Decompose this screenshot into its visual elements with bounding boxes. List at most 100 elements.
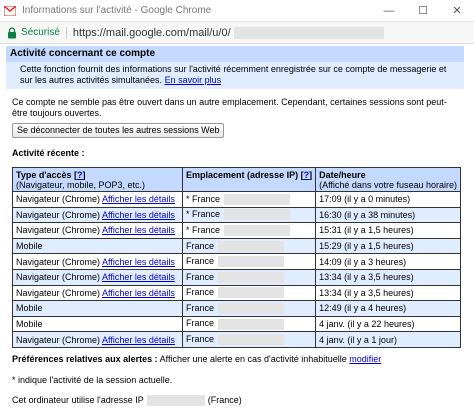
- access-type-text: Mobile: [16, 241, 43, 252]
- datetime-cell: 16:30 (il y a 38 minutes): [315, 206, 461, 224]
- access-type-cell: Mobile: [11, 300, 184, 317]
- page-content: Activité concernant ce compte Cette fonc…: [0, 44, 474, 412]
- table-header-row: Type d'accès [?] (Navigateur, mobile, PO…: [11, 167, 461, 192]
- access-type-text: Navigateur (Chrome): [16, 256, 101, 267]
- datetime-cell: 13:34 (il y a 3,5 heures): [315, 268, 461, 286]
- window-titlebar: Informations sur l'activité - Google Chr…: [0, 0, 474, 22]
- location-cell: * France: [182, 206, 317, 224]
- address-bar[interactable]: Sécurisé https://mail.google.com/mail/u/…: [0, 22, 474, 44]
- current-session-footnote: * indique l'activité de la session actue…: [12, 375, 173, 385]
- show-details-link[interactable]: Afficher les détails: [102, 335, 175, 345]
- access-type-cell: Navigateur (Chrome) Afficher les détails: [11, 331, 184, 348]
- access-type-text: Mobile: [16, 319, 43, 330]
- ip-suffix: (France): [207, 395, 242, 405]
- location-cell: France: [182, 284, 317, 302]
- ip-redacted: [224, 193, 291, 205]
- header-location: Emplacement (adresse IP) [?]: [182, 167, 317, 192]
- datetime-cell: 13:34 (il y a 3,5 heures): [315, 284, 461, 302]
- access-type-cell: Navigateur (Chrome) Afficher les détails: [11, 206, 184, 224]
- ip-redacted: [218, 303, 285, 315]
- learn-more-link[interactable]: En savoir plus: [165, 75, 222, 85]
- header-access-type: Type d'accès [?] (Navigateur, mobile, PO…: [11, 167, 184, 192]
- datetime-cell: 14:09 (il y a 3 heures): [315, 253, 461, 270]
- location-cell: France: [182, 268, 317, 286]
- access-type-text: Navigateur (Chrome): [16, 209, 101, 220]
- table-row: Mobile France 12:49 (il y a 4 heures): [11, 300, 461, 317]
- location-text: * France: [186, 224, 221, 235]
- access-type-cell: Navigateur (Chrome) Afficher les détails: [11, 253, 184, 270]
- alert-preferences-label: Préférences relatives aux alertes :: [12, 354, 158, 364]
- address-separator: [65, 26, 67, 39]
- show-details-link[interactable]: Afficher les détails: [102, 257, 175, 267]
- session-notice: Ce compte ne semble pas être ouvert dans…: [12, 97, 447, 118]
- datetime-cell: 15:29 (il y a 1,5 heures): [315, 237, 461, 255]
- location-cell: France: [182, 253, 317, 270]
- location-text: France: [186, 318, 215, 329]
- table-row: Navigateur (Chrome) Afficher les détails…: [11, 268, 461, 286]
- table-row: Mobile France 15:29 (il y a 1,5 heures): [11, 237, 461, 255]
- access-type-text: Navigateur (Chrome): [16, 287, 101, 298]
- access-type-cell: Mobile: [11, 237, 184, 255]
- access-type-cell: Mobile: [11, 315, 184, 333]
- maximize-button[interactable]: ☐: [406, 0, 440, 22]
- header-datetime: Date/heure (Affiché dans votre fuseau ho…: [315, 167, 461, 192]
- close-button[interactable]: ✕: [440, 0, 474, 22]
- show-details-link[interactable]: Afficher les détails: [102, 288, 175, 298]
- show-details-link[interactable]: Afficher les détails: [102, 272, 175, 282]
- datetime-cell: 4 janv. (il y a 1 jour): [315, 331, 461, 348]
- access-type-cell: Navigateur (Chrome) Afficher les détails: [11, 191, 184, 208]
- access-type-text: Navigateur (Chrome): [16, 334, 101, 345]
- location-cell: * France: [182, 222, 317, 239]
- datetime-cell: 4 janv. (il y a 22 heures): [315, 315, 461, 333]
- show-details-link[interactable]: Afficher les détails: [102, 225, 175, 235]
- lock-icon: [7, 26, 17, 39]
- url-text[interactable]: https://mail.google.com/mail/u/0/: [73, 27, 231, 39]
- show-details-link[interactable]: Afficher les détails: [102, 210, 175, 220]
- panel-description: Cette fonction fournit des informations …: [6, 62, 464, 89]
- minimize-button[interactable]: —: [372, 0, 406, 22]
- table-row: Navigateur (Chrome) Afficher les détails…: [11, 222, 461, 239]
- modify-alerts-link[interactable]: modifier: [349, 354, 381, 364]
- table-row: Navigateur (Chrome) Afficher les détails…: [11, 206, 461, 224]
- access-type-cell: Navigateur (Chrome) Afficher les détails: [11, 268, 184, 286]
- ip-prefix: Cet ordinateur utilise l'adresse IP: [12, 395, 144, 405]
- location-text: France: [186, 334, 215, 345]
- location-text: France: [186, 271, 215, 282]
- ip-redacted: [218, 334, 285, 346]
- gmail-logo-icon: [4, 5, 16, 16]
- window-title: Informations sur l'activité - Google Chr…: [22, 5, 212, 16]
- datetime-cell: 15:31 (il y a 1,5 heures): [315, 222, 461, 239]
- ip-redacted: [218, 240, 285, 252]
- url-redacted: [233, 26, 384, 39]
- location-text: * France: [186, 209, 221, 220]
- ip-redacted: [218, 287, 285, 299]
- location-text: France: [186, 302, 215, 313]
- ip-redacted: [218, 318, 285, 330]
- table-row: Navigateur (Chrome) Afficher les détails…: [11, 253, 461, 270]
- table-row: Navigateur (Chrome) Afficher les détails…: [11, 284, 461, 302]
- alert-preferences: Préférences relatives aux alertes : Affi…: [12, 354, 381, 364]
- ip-redacted: [146, 395, 205, 407]
- show-details-link[interactable]: Afficher les détails: [102, 194, 175, 204]
- table-row: Mobile France 4 janv. (il y a 22 heures): [11, 315, 461, 333]
- computer-ip-info: Cet ordinateur utilise l'adresse IP (Fran…: [12, 395, 242, 407]
- datetime-cell: 17:09 (il y a 0 minutes): [315, 191, 461, 208]
- datetime-cell: 12:49 (il y a 4 heures): [315, 300, 461, 317]
- access-type-text: Navigateur (Chrome): [16, 272, 101, 283]
- location-text: France: [186, 287, 215, 298]
- ip-redacted: [218, 271, 285, 283]
- recent-activity-title: Activité récente :: [12, 148, 85, 158]
- location-cell: France: [182, 331, 317, 348]
- panel-description-text: Cette fonction fournit des informations …: [20, 64, 447, 85]
- location-text: France: [186, 240, 215, 251]
- activity-table: Type d'accès [?] (Navigateur, mobile, PO…: [11, 167, 461, 348]
- signout-all-sessions-button[interactable]: Se déconnecter de toutes les autres sess…: [12, 123, 225, 138]
- location-cell: France: [182, 315, 317, 333]
- ip-redacted: [224, 209, 291, 221]
- table-row: Navigateur (Chrome) Afficher les détails…: [11, 191, 461, 208]
- table-row: Navigateur (Chrome) Afficher les détails…: [11, 331, 461, 348]
- secure-label: Sécurisé: [21, 27, 60, 38]
- access-type-text: Navigateur (Chrome): [16, 225, 101, 236]
- access-type-text: Mobile: [16, 303, 43, 314]
- ip-redacted: [218, 256, 285, 268]
